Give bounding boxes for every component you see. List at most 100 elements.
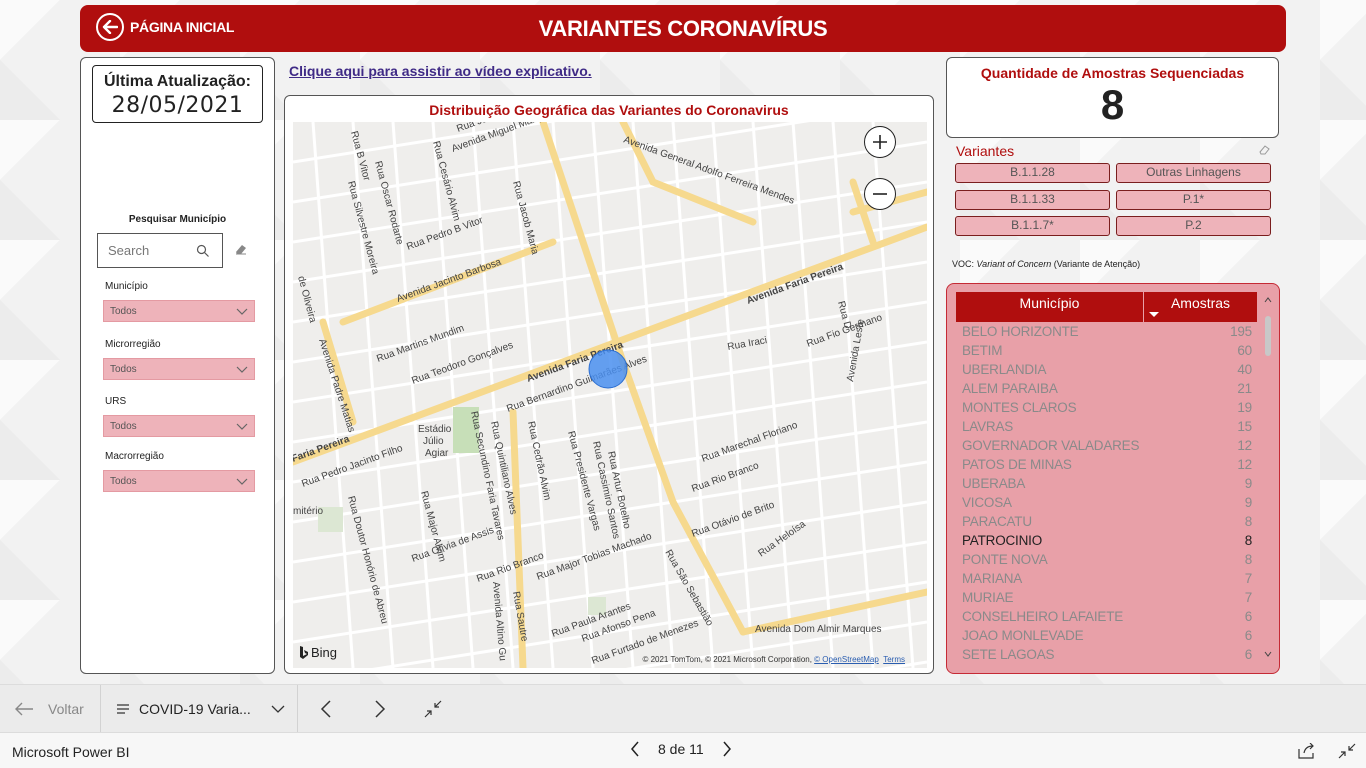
table-row[interactable]: MONTES CLAROS 19 bbox=[956, 398, 1257, 417]
table-row[interactable]: BETIM 60 bbox=[956, 341, 1257, 360]
minus-icon bbox=[873, 193, 887, 195]
variant-button-b1133[interactable]: B.1.1.33 bbox=[955, 190, 1110, 210]
zoom-in-button[interactable] bbox=[864, 126, 896, 158]
voc-note-suffix: (Variante de Atenção) bbox=[1051, 259, 1141, 269]
table-row[interactable]: UBERLANDIA 40 bbox=[956, 360, 1257, 379]
svg-text:Estádio: Estádio bbox=[418, 424, 452, 435]
cell-amostras: 8 bbox=[1244, 514, 1253, 529]
filter-value-microrregiao: Todos bbox=[110, 363, 137, 375]
filter-panel: Última Atualização: 28/05/2021 Pesquisar… bbox=[80, 57, 275, 674]
previous-page-button[interactable] bbox=[320, 685, 332, 733]
eraser-icon[interactable] bbox=[234, 242, 248, 256]
cell-amostras: 7 bbox=[1244, 590, 1253, 605]
table-row[interactable]: BELO HORIZONTE 195 bbox=[956, 322, 1257, 341]
cell-amostras: 8 bbox=[1244, 552, 1253, 567]
table-row[interactable]: PARACATU 8 bbox=[956, 512, 1257, 531]
table-row[interactable]: MURIAE 7 bbox=[956, 588, 1257, 607]
plus-icon bbox=[873, 135, 887, 149]
share-icon[interactable] bbox=[1297, 743, 1315, 759]
divider bbox=[100, 685, 101, 733]
zoom-out-button[interactable] bbox=[864, 178, 896, 210]
table-row[interactable]: VICOSA 9 bbox=[956, 493, 1257, 512]
table-row[interactable]: PATOS DE MINAS 12 bbox=[956, 455, 1257, 474]
filter-dropdown-municipio[interactable]: Todos bbox=[103, 300, 255, 322]
video-link[interactable]: Clique aqui para assistir ao vídeo expli… bbox=[289, 63, 592, 79]
table-row[interactable]: LAVRAS 15 bbox=[956, 417, 1257, 436]
next-page-button[interactable] bbox=[374, 685, 386, 733]
cell-municipio: LAVRAS bbox=[962, 419, 1014, 434]
municipality-table: Município Amostras BELO HORIZONTE 195 BETI… bbox=[946, 283, 1280, 674]
cell-municipio: UBERABA bbox=[962, 476, 1026, 491]
search-input[interactable] bbox=[108, 243, 192, 258]
cell-municipio: CONSELHEIRO LAFAIETE bbox=[962, 609, 1124, 624]
back-button[interactable]: Voltar bbox=[14, 685, 84, 733]
bing-logo: Bing bbox=[299, 645, 337, 660]
last-update-date: 28/05/2021 bbox=[111, 93, 244, 118]
osm-link[interactable]: © OpenStreetMap bbox=[814, 655, 879, 664]
search-icon[interactable] bbox=[196, 244, 210, 258]
map-credit-text: © 2021 TomTom, © 2021 Microsoft Corporat… bbox=[642, 655, 815, 664]
page-navigator: 8 de 11 bbox=[630, 741, 732, 757]
map-title: Distribuição Geográfica das Variantes do… bbox=[429, 102, 789, 118]
table-header: Município Amostras bbox=[956, 292, 1257, 322]
page-title: VARIANTES CORONAVÍRUS bbox=[538, 16, 828, 41]
eraser-icon[interactable] bbox=[1259, 144, 1271, 156]
filter-dropdown-urs[interactable]: Todos bbox=[103, 415, 255, 437]
cell-municipio: BELO HORIZONTE bbox=[962, 324, 1079, 339]
table-body: BELO HORIZONTE 195 BETIM 60 UBERLANDIA 40 ALEM… bbox=[956, 322, 1257, 664]
report-name: COVID-19 Varia... bbox=[139, 701, 251, 717]
arrow-left-icon bbox=[15, 702, 33, 716]
column-header-amostras[interactable]: Amostras bbox=[1144, 292, 1257, 322]
filter-dropdown-microrregiao[interactable]: Todos bbox=[103, 358, 255, 380]
table-row[interactable]: ALEM PARAIBA 21 bbox=[956, 379, 1257, 398]
page-indicator: 8 de 11 bbox=[658, 741, 704, 757]
voc-note: VOC: Variant of Concern (Variante de Ate… bbox=[952, 259, 1140, 269]
cell-municipio: UBERLANDIA bbox=[962, 362, 1047, 377]
chevron-down-icon bbox=[236, 366, 248, 373]
fullscreen-icon[interactable] bbox=[1338, 743, 1356, 759]
table-row[interactable]: SETE LAGOAS 6 bbox=[956, 645, 1257, 664]
map-canvas[interactable]: Avenida Faria Pereira Avenida Faria Pere… bbox=[293, 122, 927, 668]
table-row[interactable]: GOVERNADOR VALADARES 12 bbox=[956, 436, 1257, 455]
svg-text:Agiar: Agiar bbox=[425, 448, 449, 459]
scrollbar-thumb[interactable] bbox=[1265, 316, 1271, 356]
table-row[interactable]: CONSELHEIRO LAFAIETE 6 bbox=[956, 607, 1257, 626]
cell-municipio: PATROCINIO bbox=[962, 533, 1043, 548]
cell-amostras: 12 bbox=[1237, 438, 1252, 453]
kpi-label: Quantidade de Amostras Sequenciadas bbox=[980, 65, 1245, 81]
chevron-right-icon[interactable] bbox=[722, 741, 732, 757]
table-row[interactable]: MARIANA 7 bbox=[956, 569, 1257, 588]
cell-amostras: 7 bbox=[1244, 571, 1253, 586]
terms-link[interactable]: Terms bbox=[883, 655, 905, 664]
cell-amostras: 9 bbox=[1244, 476, 1253, 491]
filter-dropdown-macrorregiao[interactable]: Todos bbox=[103, 470, 255, 492]
map-credit: © 2021 TomTom, © 2021 Microsoft Corporat… bbox=[642, 655, 905, 664]
table-row[interactable]: UBERABA 9 bbox=[956, 474, 1257, 493]
exit-fullscreen-button[interactable] bbox=[424, 685, 442, 733]
cell-amostras: 21 bbox=[1237, 381, 1252, 396]
column-header-amostras-label: Amostras bbox=[1170, 295, 1231, 311]
divider bbox=[297, 685, 298, 733]
report-pages-dropdown[interactable]: COVID-19 Varia... bbox=[116, 685, 285, 733]
cell-municipio: GOVERNADOR VALADARES bbox=[962, 438, 1140, 453]
variant-button-b1128[interactable]: B.1.1.28 bbox=[955, 163, 1110, 183]
filter-label-microrregiao: Microrregião bbox=[105, 339, 161, 350]
table-row[interactable]: PATROCINIO 8 bbox=[956, 531, 1257, 550]
variant-button-p1[interactable]: P.1* bbox=[1116, 190, 1271, 210]
column-header-municipio[interactable]: Município bbox=[956, 292, 1144, 322]
filter-label-macrorregiao: Macrorregião bbox=[105, 451, 164, 462]
chevron-left-icon[interactable] bbox=[630, 741, 640, 757]
variant-button-p2[interactable]: P.2 bbox=[1116, 216, 1271, 236]
collapse-icon bbox=[424, 700, 442, 718]
table-row[interactable]: PONTE NOVA 8 bbox=[956, 550, 1257, 569]
bing-label: Bing bbox=[311, 645, 338, 660]
table-row[interactable]: JOAO MONLEVADE 6 bbox=[956, 626, 1257, 645]
variant-button-b117[interactable]: B.1.1.7* bbox=[955, 216, 1110, 236]
cell-municipio: PATOS DE MINAS bbox=[962, 457, 1072, 472]
cell-municipio: SETE LAGOAS bbox=[962, 647, 1055, 662]
variant-bubble[interactable] bbox=[588, 349, 628, 389]
cell-municipio: VICOSA bbox=[962, 495, 1012, 510]
search-box bbox=[97, 233, 223, 268]
table-scrollbar[interactable] bbox=[1262, 292, 1274, 662]
variant-button-outras[interactable]: Outras Linhagens bbox=[1116, 163, 1271, 183]
